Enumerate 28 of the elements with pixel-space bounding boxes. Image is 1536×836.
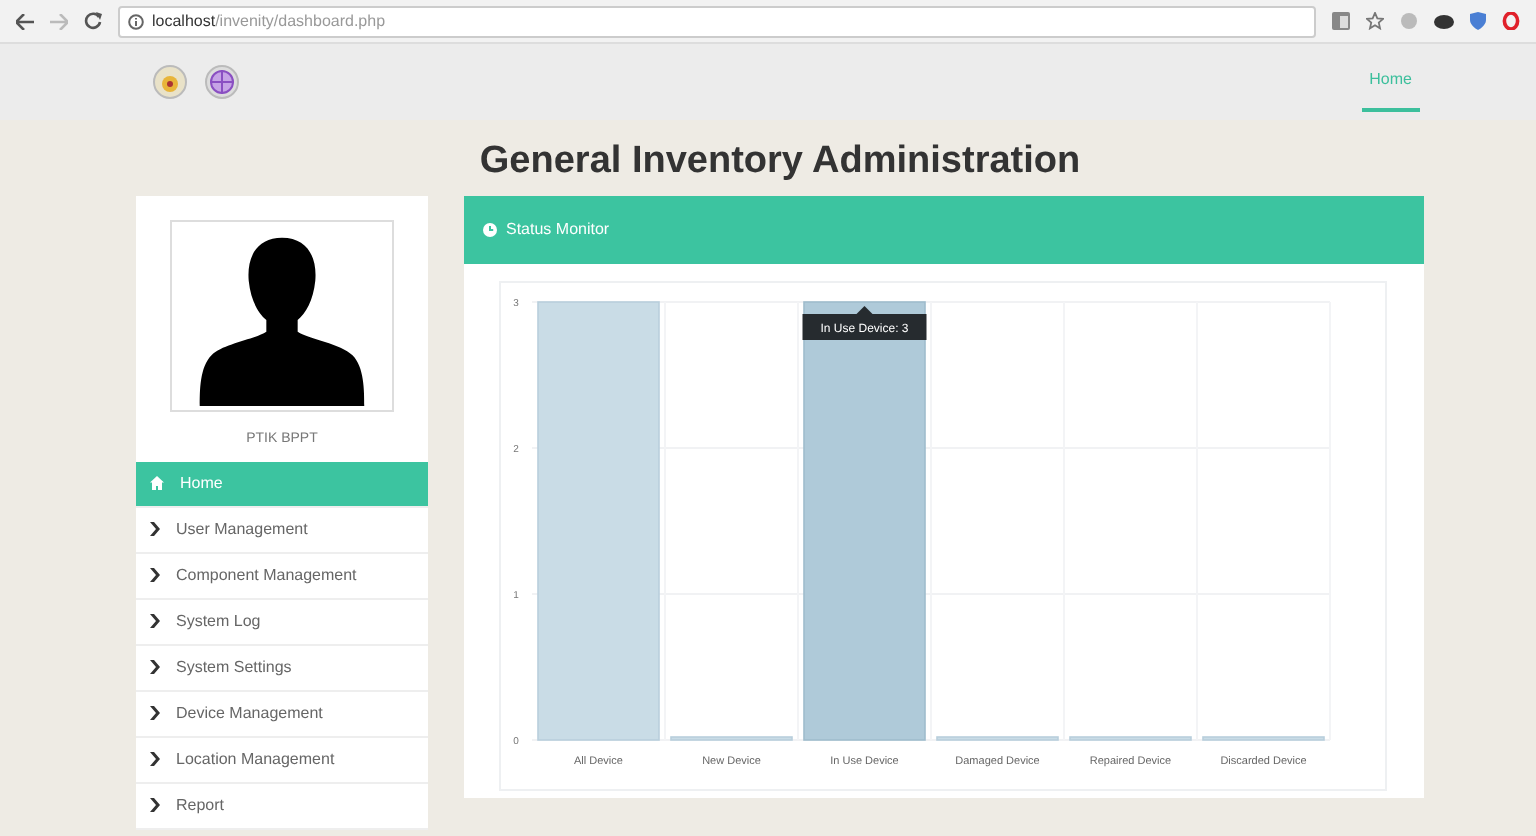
logo-icon[interactable] — [152, 64, 188, 100]
shield-icon[interactable] — [1470, 12, 1486, 30]
menu-item[interactable]: System Settings — [136, 645, 428, 691]
address-bar[interactable]: localhost/invenity/dashboard.php — [118, 5, 1316, 37]
bar[interactable] — [803, 301, 926, 741]
menu-item[interactable]: Component Management — [136, 553, 428, 599]
chevron-icon — [150, 614, 160, 628]
menu-item[interactable]: Report — [136, 783, 428, 829]
card-title: Status Monitor — [506, 218, 610, 242]
chevron-icon — [150, 706, 160, 720]
logo-icon[interactable] — [204, 64, 240, 100]
chevron-icon — [150, 522, 160, 536]
url-text: localhost/invenity/dashboard.php — [152, 9, 386, 33]
page-title: General Inventory Administration — [477, 140, 1083, 184]
reload-icon[interactable] — [84, 12, 102, 30]
menu-item[interactable]: Device Management — [136, 691, 428, 737]
star-icon[interactable] — [1366, 12, 1384, 30]
chevron-icon — [150, 660, 160, 674]
menu-item[interactable]: System Log — [136, 599, 428, 645]
home-icon — [150, 476, 164, 490]
menu-item[interactable]: Location Management — [136, 737, 428, 783]
chevron-icon — [150, 752, 160, 766]
clock-icon — [482, 222, 498, 238]
chevron-icon — [150, 568, 160, 582]
menu-item[interactable]: User Management — [136, 507, 428, 553]
back-icon[interactable] — [16, 13, 34, 29]
info-icon — [128, 13, 144, 29]
chevron-icon — [150, 798, 160, 812]
